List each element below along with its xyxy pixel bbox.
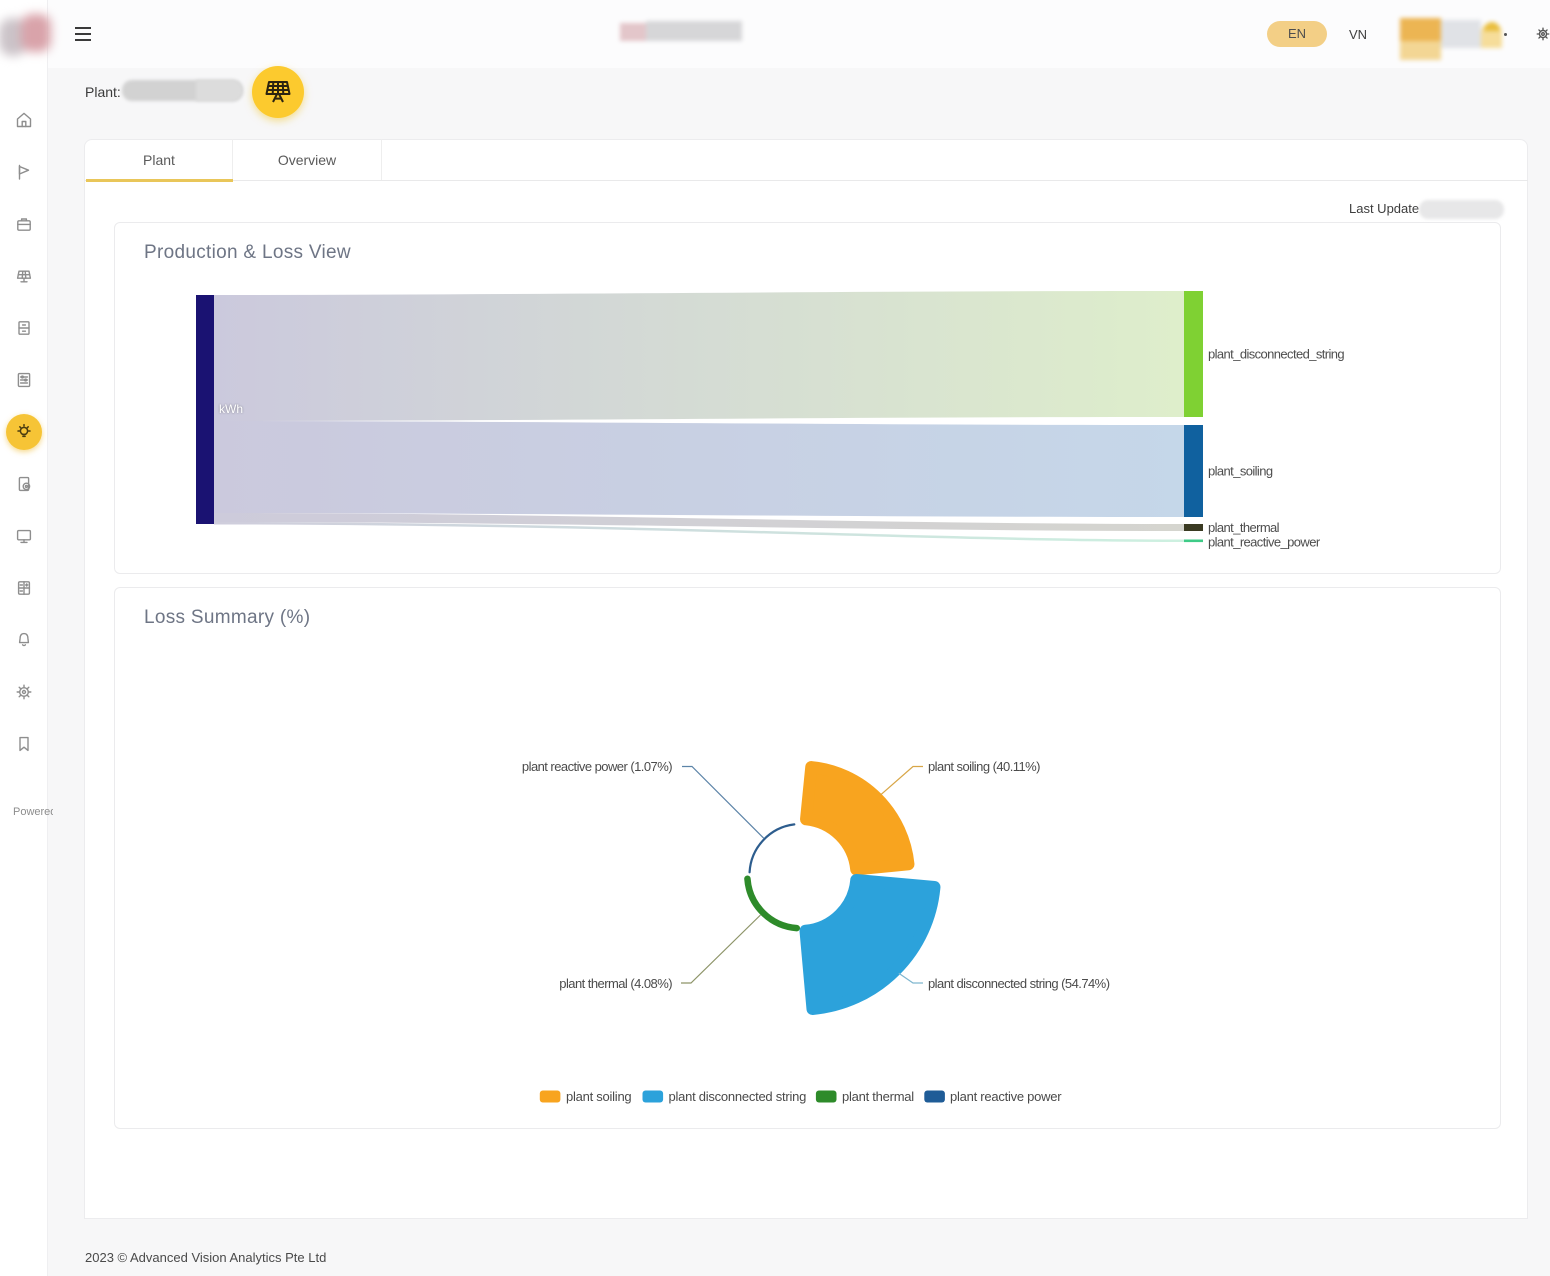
svg-text:plant disconnected string (54.: plant disconnected string (54.74%) bbox=[928, 976, 1110, 991]
svg-text:plant reactive power: plant reactive power bbox=[950, 1089, 1062, 1104]
svg-text:plant disconnected string: plant disconnected string bbox=[669, 1089, 807, 1104]
svg-text:plant_reactive_power: plant_reactive_power bbox=[1208, 535, 1321, 550]
svg-text:plant thermal (4.08%): plant thermal (4.08%) bbox=[559, 976, 672, 991]
svg-text:kWh: kWh bbox=[219, 402, 243, 416]
svg-text:plant soiling (40.11%): plant soiling (40.11%) bbox=[928, 759, 1040, 774]
svg-text:plant_disconnected_string: plant_disconnected_string bbox=[1208, 347, 1344, 362]
svg-text:plant_thermal: plant_thermal bbox=[1208, 520, 1280, 535]
svg-text:plant thermal: plant thermal bbox=[842, 1089, 914, 1104]
svg-text:plant soiling: plant soiling bbox=[566, 1089, 631, 1104]
svg-text:plant_soiling: plant_soiling bbox=[1208, 464, 1273, 479]
svg-text:plant reactive power (1.07%): plant reactive power (1.07%) bbox=[522, 759, 672, 774]
